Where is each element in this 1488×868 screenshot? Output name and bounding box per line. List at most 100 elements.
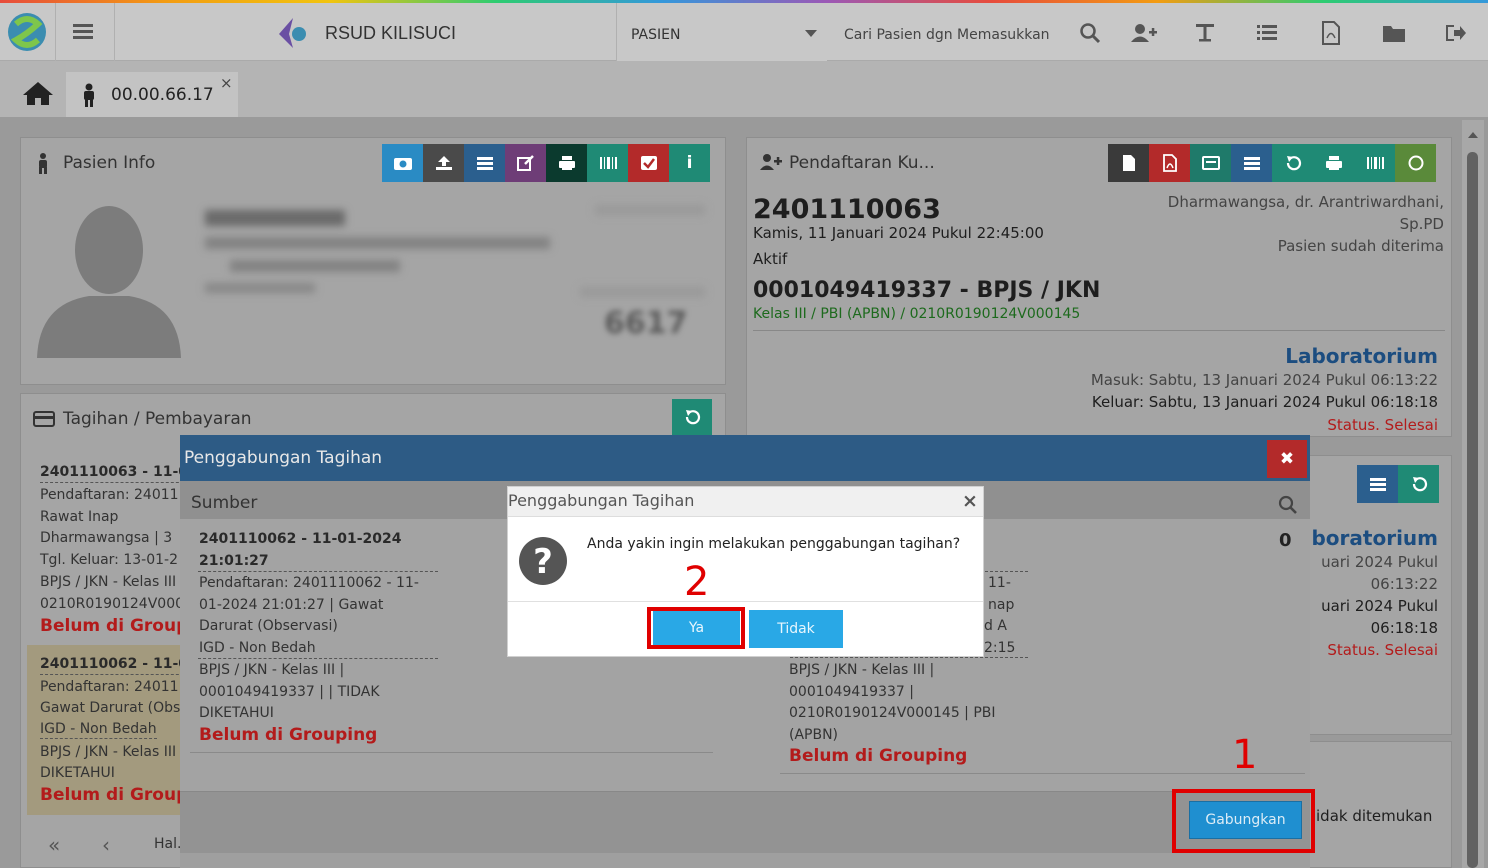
list-button[interactable] (1231, 144, 1272, 182)
not-found-text: idak ditemukan (1316, 807, 1433, 825)
bpjs-number: 0001049419337 - BPJS / JKN (753, 278, 1101, 303)
home-icon[interactable] (22, 80, 54, 106)
lower-lab-title: boratorium (1311, 526, 1438, 550)
item-line: Gawat Darurat (Obs (40, 700, 181, 716)
target-bill-line: (APBN) (789, 727, 839, 743)
registration-status: Aktif (753, 250, 788, 268)
patient-search-input[interactable]: Cari Pasien dgn Memasukkan (844, 27, 1060, 43)
pdf-file-icon[interactable] (1320, 21, 1342, 45)
doctor-status: Pasien sudah diterima (1277, 237, 1444, 255)
list-button[interactable] (1357, 465, 1398, 503)
merge-modal-close-button[interactable]: ✖ (1267, 440, 1307, 478)
annotation-step-1: 1 (1232, 732, 1258, 778)
lab-keluar: Keluar: Sabtu, 13 Januari 2024 Pukul 06:… (1091, 393, 1438, 411)
question-icon: ? (518, 536, 568, 586)
target-bill-line: 0001049419337 | (789, 684, 914, 700)
document-button[interactable] (1108, 144, 1149, 182)
patient-record-number: 6617 (604, 306, 688, 341)
item-line: Pendaftaran: 24011 (40, 487, 179, 503)
print-button[interactable] (1313, 144, 1354, 182)
app-logo[interactable] (6, 10, 48, 54)
divider (753, 330, 1445, 331)
module-select[interactable]: PASIEN (617, 4, 827, 61)
pager-first-icon[interactable]: « (48, 833, 60, 857)
upload-button[interactable] (423, 144, 464, 182)
navbar-divider (114, 3, 115, 61)
person-icon (37, 152, 49, 174)
pendaftaran-title: Pendaftaran Ku... (789, 153, 935, 173)
menu-toggle-icon[interactable] (73, 22, 95, 42)
module-select-value: PASIEN (631, 27, 681, 43)
registration-number: 2401110063 (753, 194, 941, 225)
app-name: RSUD KILISUCI (325, 23, 457, 43)
lower-lab-line: 06:18:18 (1370, 619, 1438, 637)
item-line: Rawat Inap (40, 509, 119, 525)
source-bill-line: Pendaftaran: 2401110062 - 11- (199, 575, 419, 591)
logout-icon[interactable] (1444, 22, 1468, 44)
merge-modal-title: Penggabungan Tagihan (184, 448, 383, 468)
add-user-icon[interactable] (1130, 22, 1158, 44)
doctor-specialty: Sp.PD (1399, 215, 1444, 233)
item-line: DIKETAHUI (40, 765, 115, 781)
tagihan-title: Tagihan / Pembayaran (63, 409, 252, 429)
tagihan-item-2[interactable]: 2401110062 - 11-01- Pendaftaran: 24011 G… (27, 645, 204, 815)
list-button[interactable] (464, 144, 505, 182)
barcode-button[interactable] (1354, 144, 1395, 182)
item-line: BPJS / JKN - Kelas III (40, 744, 177, 760)
search-icon[interactable] (1079, 22, 1101, 44)
confirm-no-button[interactable]: Tidak (749, 610, 843, 648)
target-bill-line: BPJS / JKN - Kelas III | (789, 662, 935, 678)
history-button[interactable] (1398, 465, 1439, 503)
pdf-button[interactable] (1149, 144, 1190, 182)
camera-button[interactable] (382, 144, 423, 182)
history-button[interactable] (1272, 144, 1313, 182)
confirm-close-icon[interactable]: × (962, 490, 978, 512)
search-icon[interactable] (1278, 495, 1298, 515)
lower-lab-line: uari 2024 Pukul (1321, 597, 1438, 615)
scrollbar-thumb[interactable] (1467, 152, 1478, 868)
lower-lab-status: Status. Selesai (1327, 641, 1438, 659)
annotation-box-gabungkan (1172, 789, 1315, 853)
item-line: 0210R0190124V000 (40, 596, 185, 612)
target-count: 0 (1279, 530, 1292, 551)
source-bill-line: BPJS / JKN - Kelas III | (199, 662, 345, 678)
annotation-box-yes (647, 607, 745, 649)
tab-patient[interactable]: 00.00.66.17 × (66, 72, 238, 117)
card-button[interactable] (1190, 144, 1231, 182)
barcode-button[interactable] (587, 144, 628, 182)
text-icon[interactable] (1194, 22, 1216, 44)
refresh-button[interactable] (672, 399, 712, 435)
annotation-step-2: 2 (684, 559, 710, 605)
edit-button[interactable] (505, 144, 546, 182)
pager-label: Hal. (154, 836, 182, 852)
item-status: Belum di Groupi (40, 785, 195, 805)
avatar (33, 200, 185, 358)
info-button[interactable]: i (669, 144, 710, 182)
circle-button[interactable] (1395, 144, 1436, 182)
credit-card-icon (33, 410, 55, 428)
target-bill-line: 0210R0190124V000145 | PBI (789, 705, 996, 721)
divider (790, 657, 1028, 658)
registration-datetime: Kamis, 11 Januari 2024 Pukul 22:45:00 (753, 224, 1044, 242)
tab-close-icon[interactable]: × (220, 74, 233, 92)
divider (508, 601, 983, 602)
list-icon[interactable] (1256, 22, 1278, 44)
scroll-up-arrow[interactable] (1468, 132, 1478, 138)
add-user-icon (759, 153, 783, 171)
check-button[interactable] (628, 144, 669, 182)
folder-icon[interactable] (1382, 22, 1406, 44)
divider (198, 571, 438, 572)
lower-lab-line: 06:13:22 (1370, 575, 1438, 593)
pager-prev-icon[interactable]: ‹ (102, 833, 110, 857)
tagihan-item-1[interactable]: 2401110063 - 11-01- Pendaftaran: 24011 R… (33, 458, 204, 640)
source-bill-line: DIKETAHUI (199, 705, 274, 721)
lab-title: Laboratorium (1285, 344, 1438, 368)
print-button[interactable] (546, 144, 587, 182)
navbar-divider (55, 3, 56, 61)
target-fragment: 11- (988, 575, 1011, 591)
source-bill-item[interactable]: 2401110062 - 11-01-2024 21:01:27 Pendaft… (190, 527, 450, 749)
target-fragment: d A (984, 618, 1007, 634)
divider (190, 752, 713, 753)
target-bill-item[interactable]: BPJS / JKN - Kelas III | 0001049419337 |… (780, 660, 1040, 770)
source-bill-reg: 2401110062 - 11-01-2024 (199, 531, 402, 547)
